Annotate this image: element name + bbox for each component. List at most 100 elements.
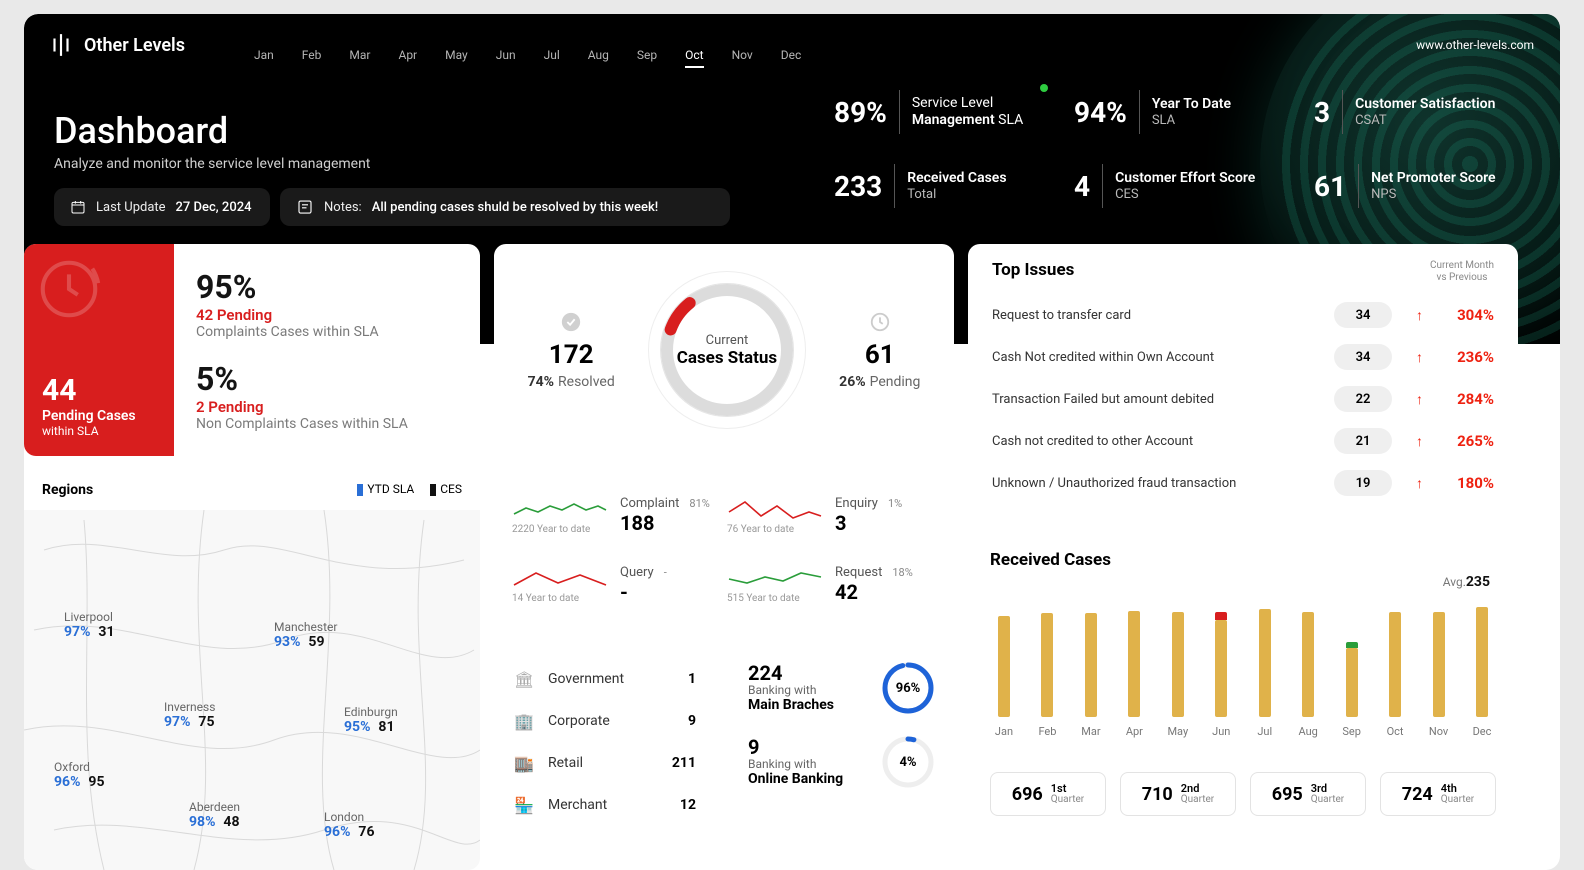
pending-cases-label: Pending Cases xyxy=(42,408,156,424)
clock-icon xyxy=(34,254,104,328)
sector-icon: 🏛 xyxy=(514,670,536,689)
city-manchester[interactable]: Manchester93%59 xyxy=(274,620,337,650)
calendar-icon xyxy=(70,199,86,215)
card-regions: Regions YTD SLA CES xyxy=(24,470,480,870)
cases-status-donut: Current Cases Status xyxy=(642,265,812,435)
last-update-value: 27 Dec, 2024 xyxy=(176,200,252,215)
month-tab-aug[interactable]: Aug xyxy=(588,48,609,68)
quarter-box[interactable]: 6953rdQuarter xyxy=(1250,772,1366,816)
bar-oct[interactable]: Oct xyxy=(1381,612,1409,738)
bar-aug[interactable]: Aug xyxy=(1294,612,1322,738)
month-tab-jun[interactable]: Jun xyxy=(496,48,516,68)
non-complaints-sla: 5% 2 Pending Non Complaints Cases within… xyxy=(196,360,458,432)
kpi-nps: 61 Net Promoter ScoreNPS xyxy=(1314,164,1534,208)
notes-label: Notes: xyxy=(324,200,362,215)
notes-pill: Notes: All pending cases shuld be resolv… xyxy=(280,188,730,226)
bar-jul[interactable]: Jul xyxy=(1251,609,1279,738)
kpi-sla: 89% Service Level Management SLA xyxy=(834,90,1054,134)
status-dot-icon xyxy=(1040,84,1048,92)
issue-row[interactable]: Unknown / Unauthorized fraud transaction… xyxy=(992,462,1494,504)
issue-pct: 265% xyxy=(1440,432,1494,450)
issue-count: 21 xyxy=(1334,428,1392,454)
pending-cases-count: 44 xyxy=(42,373,156,408)
month-tab-jan[interactable]: Jan xyxy=(254,48,274,68)
page-subtitle: Analyze and monitor the service level ma… xyxy=(54,156,370,172)
arrow-up-icon: ↑ xyxy=(1416,391,1432,408)
issue-row[interactable]: Transaction Failed but amount debited 22… xyxy=(992,378,1494,420)
city-liverpool[interactable]: Liverpool97%31 xyxy=(64,610,115,640)
banking-main: 224 Banking with Main Braches 96% xyxy=(748,660,936,716)
banking-online-donut: 4% xyxy=(880,734,936,790)
card-cases-status: 172 74%Resolved Current Cases Status 61 … xyxy=(494,244,954,456)
received-cases-bars: Jan Feb Mar Apr May Jun Jul Aug Sep Oct Nov Dec xyxy=(990,588,1496,738)
issue-row[interactable]: Cash Not credited within Own Account 34 … xyxy=(992,336,1494,378)
bar-jun[interactable]: Jun xyxy=(1207,612,1235,738)
issue-name: Transaction Failed but amount debited xyxy=(992,392,1334,407)
brand-logo-icon xyxy=(48,32,74,58)
quarter-box[interactable]: 7102ndQuarter xyxy=(1120,772,1236,816)
banking-online: 9 Banking with Online Banking 4% xyxy=(748,734,936,790)
kpi-ytd-value: 94% xyxy=(1074,96,1127,129)
city-london[interactable]: London96%76 xyxy=(324,810,375,840)
site-link[interactable]: www.other-levels.com xyxy=(1416,38,1534,52)
month-tab-may[interactable]: May xyxy=(445,48,468,68)
brand-title: Other Levels xyxy=(84,35,185,56)
spark-complaint: 2220 Year to date Complaint81%188 xyxy=(512,484,721,547)
card-category-sparklines: 2220 Year to date Complaint81%18876 Year… xyxy=(494,470,954,630)
issue-pct: 284% xyxy=(1440,390,1494,408)
top-issues-title: Top Issues xyxy=(992,260,1074,280)
city-inverness[interactable]: Inverness97%75 xyxy=(164,700,215,730)
bar-feb[interactable]: Feb xyxy=(1033,613,1061,738)
bar-nov[interactable]: Nov xyxy=(1425,612,1453,738)
month-tab-jul[interactable]: Jul xyxy=(544,48,560,68)
banking-main-donut: 96% xyxy=(880,660,936,716)
month-tab-nov[interactable]: Nov xyxy=(732,48,753,68)
kpi-ytd: 94% Year To DateSLA xyxy=(1074,90,1294,134)
bar-sep[interactable]: Sep xyxy=(1338,642,1366,738)
kpi-received-value: 233 xyxy=(834,170,882,203)
card-received-cases: Received Cases Avg.235 JanFebMarAprMayJu… xyxy=(968,534,1518,870)
card-top-issues: Top Issues Current Monthvs Previous Requ… xyxy=(968,244,1518,520)
issue-name: Cash Not credited within Own Account xyxy=(992,350,1334,365)
city-edinburgn[interactable]: Edinburgn95%81 xyxy=(344,705,398,735)
arrow-up-icon: ↑ xyxy=(1416,475,1432,492)
issue-count: 22 xyxy=(1334,386,1392,412)
bar-mar[interactable]: Mar xyxy=(1077,613,1105,738)
month-tab-dec[interactable]: Dec xyxy=(781,48,802,68)
sector-row: 🏛Government1 xyxy=(514,658,696,700)
check-circle-icon xyxy=(559,310,583,334)
month-tab-sep[interactable]: Sep xyxy=(637,48,657,68)
issue-name: Request to transfer card xyxy=(992,308,1334,323)
sector-icon: 🏬 xyxy=(514,754,536,773)
bar-dec[interactable]: Dec xyxy=(1468,607,1496,738)
issue-row[interactable]: Cash not credited to other Account 21 ↑ … xyxy=(992,420,1494,462)
arrow-up-icon: ↑ xyxy=(1416,433,1432,450)
month-tab-mar[interactable]: Mar xyxy=(349,48,370,68)
pending-cases-red: 44 Pending Cases within SLA xyxy=(24,244,174,456)
issue-pct: 304% xyxy=(1440,306,1494,324)
issue-row[interactable]: Request to transfer card 34 ↑ 304% xyxy=(992,294,1494,336)
issue-name: Unknown / Unauthorized fraud transaction xyxy=(992,476,1334,491)
bar-apr[interactable]: Apr xyxy=(1120,611,1148,738)
notes-value: All pending cases shuld be resolved by t… xyxy=(372,200,658,215)
quarter-box[interactable]: 6961stQuarter xyxy=(990,772,1106,816)
note-icon xyxy=(296,198,314,216)
issue-pct: 180% xyxy=(1440,474,1494,492)
spark-query: 14 Year to date Query-- xyxy=(512,553,721,616)
page-title: Dashboard xyxy=(54,110,370,152)
issue-count: 19 xyxy=(1334,470,1392,496)
bar-jan[interactable]: Jan xyxy=(990,616,1018,738)
city-oxford[interactable]: Oxford96%95 xyxy=(54,760,105,790)
received-cases-title: Received Cases xyxy=(990,550,1496,570)
bar-may[interactable]: May xyxy=(1164,612,1192,738)
sector-icon: 🏢 xyxy=(514,712,536,731)
quarter-box[interactable]: 7244thQuarter xyxy=(1380,772,1496,816)
kpi-received: 233 Received CasesTotal xyxy=(834,164,1054,208)
month-tab-oct[interactable]: Oct xyxy=(685,48,703,68)
city-aberdeen[interactable]: Aberdeen98%48 xyxy=(189,800,240,830)
arrow-up-icon: ↑ xyxy=(1416,349,1432,366)
pending-stat: 61 26%Pending xyxy=(839,310,920,390)
month-tab-apr[interactable]: Apr xyxy=(398,48,417,68)
page-heading: Dashboard Analyze and monitor the servic… xyxy=(54,110,370,172)
month-tab-feb[interactable]: Feb xyxy=(302,48,322,68)
